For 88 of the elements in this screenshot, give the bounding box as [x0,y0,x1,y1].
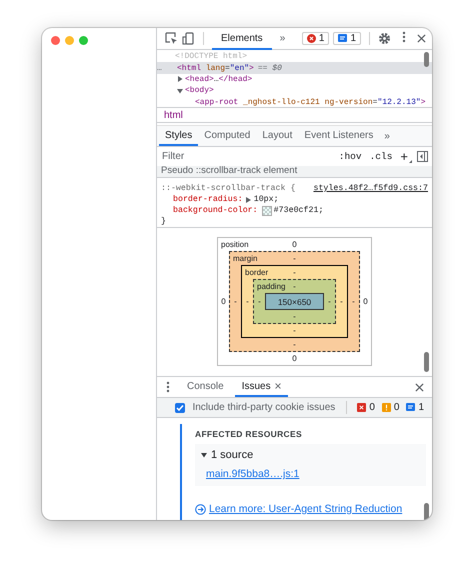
drawer-tab[interactable]: Console [180,377,231,397]
checkbox-label[interactable]: Include third-party cookie issues [192,402,336,413]
expanded-arrow-icon[interactable] [201,452,207,458]
expanded-arrow-icon[interactable] [177,88,183,94]
css-property: background-color: [173,205,258,216]
window-control-dot[interactable] [79,36,88,45]
collapsed-arrow-icon[interactable] [177,76,183,82]
dom-tree-row[interactable]: <body> [157,85,432,97]
expand-arrow-icon[interactable] [246,196,251,202]
css-selector: ::-webkit-scrollbar-track { [161,183,296,194]
message-icon [338,34,348,43]
source-link[interactable]: styles.48f2…f5fd9.css:7 [313,183,428,194]
learn-more-link[interactable]: Learn more: User-Agent String Reduction [209,503,402,515]
box-label: margin [232,254,258,263]
error-icon [357,403,366,412]
box-value: - [257,297,262,306]
dom-node-text: <!DOCTYPE html> [175,52,248,62]
panel-tab[interactable]: Elements [212,28,272,50]
scrollbar-thumb[interactable] [424,52,429,67]
more-tabs-button[interactable]: » [276,33,290,44]
checkbox[interactable] [175,402,186,412]
box-value: - [293,312,296,321]
more-options-icon[interactable] [402,31,406,43]
issue-count: 1 [418,402,424,413]
box-value: 0 [292,240,297,249]
close-icon[interactable] [415,382,424,392]
window-control-dot[interactable] [65,36,74,45]
box-value: - [293,282,296,291]
css-property: border-radius: [173,194,243,205]
dom-node-text: <html lang="en"> [177,64,254,73]
toggle-button[interactable]: .cls [368,151,394,162]
source-file-link[interactable]: main.9f5bba8….js:1 [201,468,420,480]
dom-node-text: <app-root _nghost-llo-c121 ng-version="12.2.13"> [195,98,426,107]
styles-tab[interactable]: Styles [159,126,198,146]
styles-tab[interactable]: Layout [256,126,298,146]
error-icon [306,34,316,43]
new-rule-button[interactable]: + [398,150,413,162]
selected-node-hint: == $0 [258,64,282,73]
box-value: - [293,268,296,277]
inspect-icon[interactable] [165,32,178,45]
box-value: - [245,297,250,306]
error-count-badge[interactable]: 1 [302,32,330,45]
message-icon [406,403,416,412]
content-box: 150×650 [265,293,324,310]
box-label: border [244,268,270,277]
scrollbar-thumb[interactable] [424,352,429,372]
css-value: 10px; [254,194,279,205]
issue-count: 0 [369,402,375,413]
box-value: - [293,340,296,349]
box-value: 0 [292,354,297,363]
more-tabs-button[interactable]: » [379,126,395,146]
more-options-icon[interactable] [166,381,170,393]
window-control-dot[interactable] [51,36,60,45]
toggle-button[interactable]: :hov [336,151,364,162]
dom-tree-row[interactable]: … <html lang="en"> == $0 [157,62,432,74]
sources-label[interactable]: 1 source [211,449,254,461]
styles-tab[interactable]: Computed [198,126,256,146]
box-value: - [327,297,332,306]
warning-icon [382,403,391,412]
css-value: #73e0cf21; [274,205,324,216]
breadcrumb[interactable]: html [161,110,186,120]
settings-icon[interactable] [378,32,391,45]
box-label: position [220,240,250,249]
box-value: - [293,254,296,263]
dom-node-text: <body> [185,86,214,96]
close-icon[interactable] [274,383,281,389]
color-swatch[interactable] [262,206,272,216]
sidebar-toggle-icon[interactable] [417,151,428,162]
styles-tab[interactable]: Event Listeners [298,126,380,146]
box-value: 0 [220,297,227,306]
section-title: AFFECTED RESOURCES [195,429,303,439]
section-header: Pseudo ::scrollbar-track element [161,165,298,176]
dom-tree-row[interactable]: <app-root _nghost-llo-c121 ng-version="12.2.13"> [157,96,432,107]
ellipsis-marker: … [157,64,163,73]
box-value: - [233,297,238,306]
message-count-badge[interactable]: 1 [333,32,361,45]
rule-close-brace: } [161,216,166,227]
arrow-circle-icon [195,504,206,514]
close-icon[interactable] [417,34,426,43]
dom-node-text: <head>…</head> [185,74,252,84]
box-value: - [293,326,296,335]
box-value: - [351,297,356,306]
dom-tree-row[interactable]: <head>…</head> [157,74,432,86]
device-icon[interactable] [182,32,195,45]
box-value: 0 [362,297,369,306]
box-value: - [339,297,344,306]
issue-count: 0 [394,402,400,413]
box-label: padding [256,282,286,291]
